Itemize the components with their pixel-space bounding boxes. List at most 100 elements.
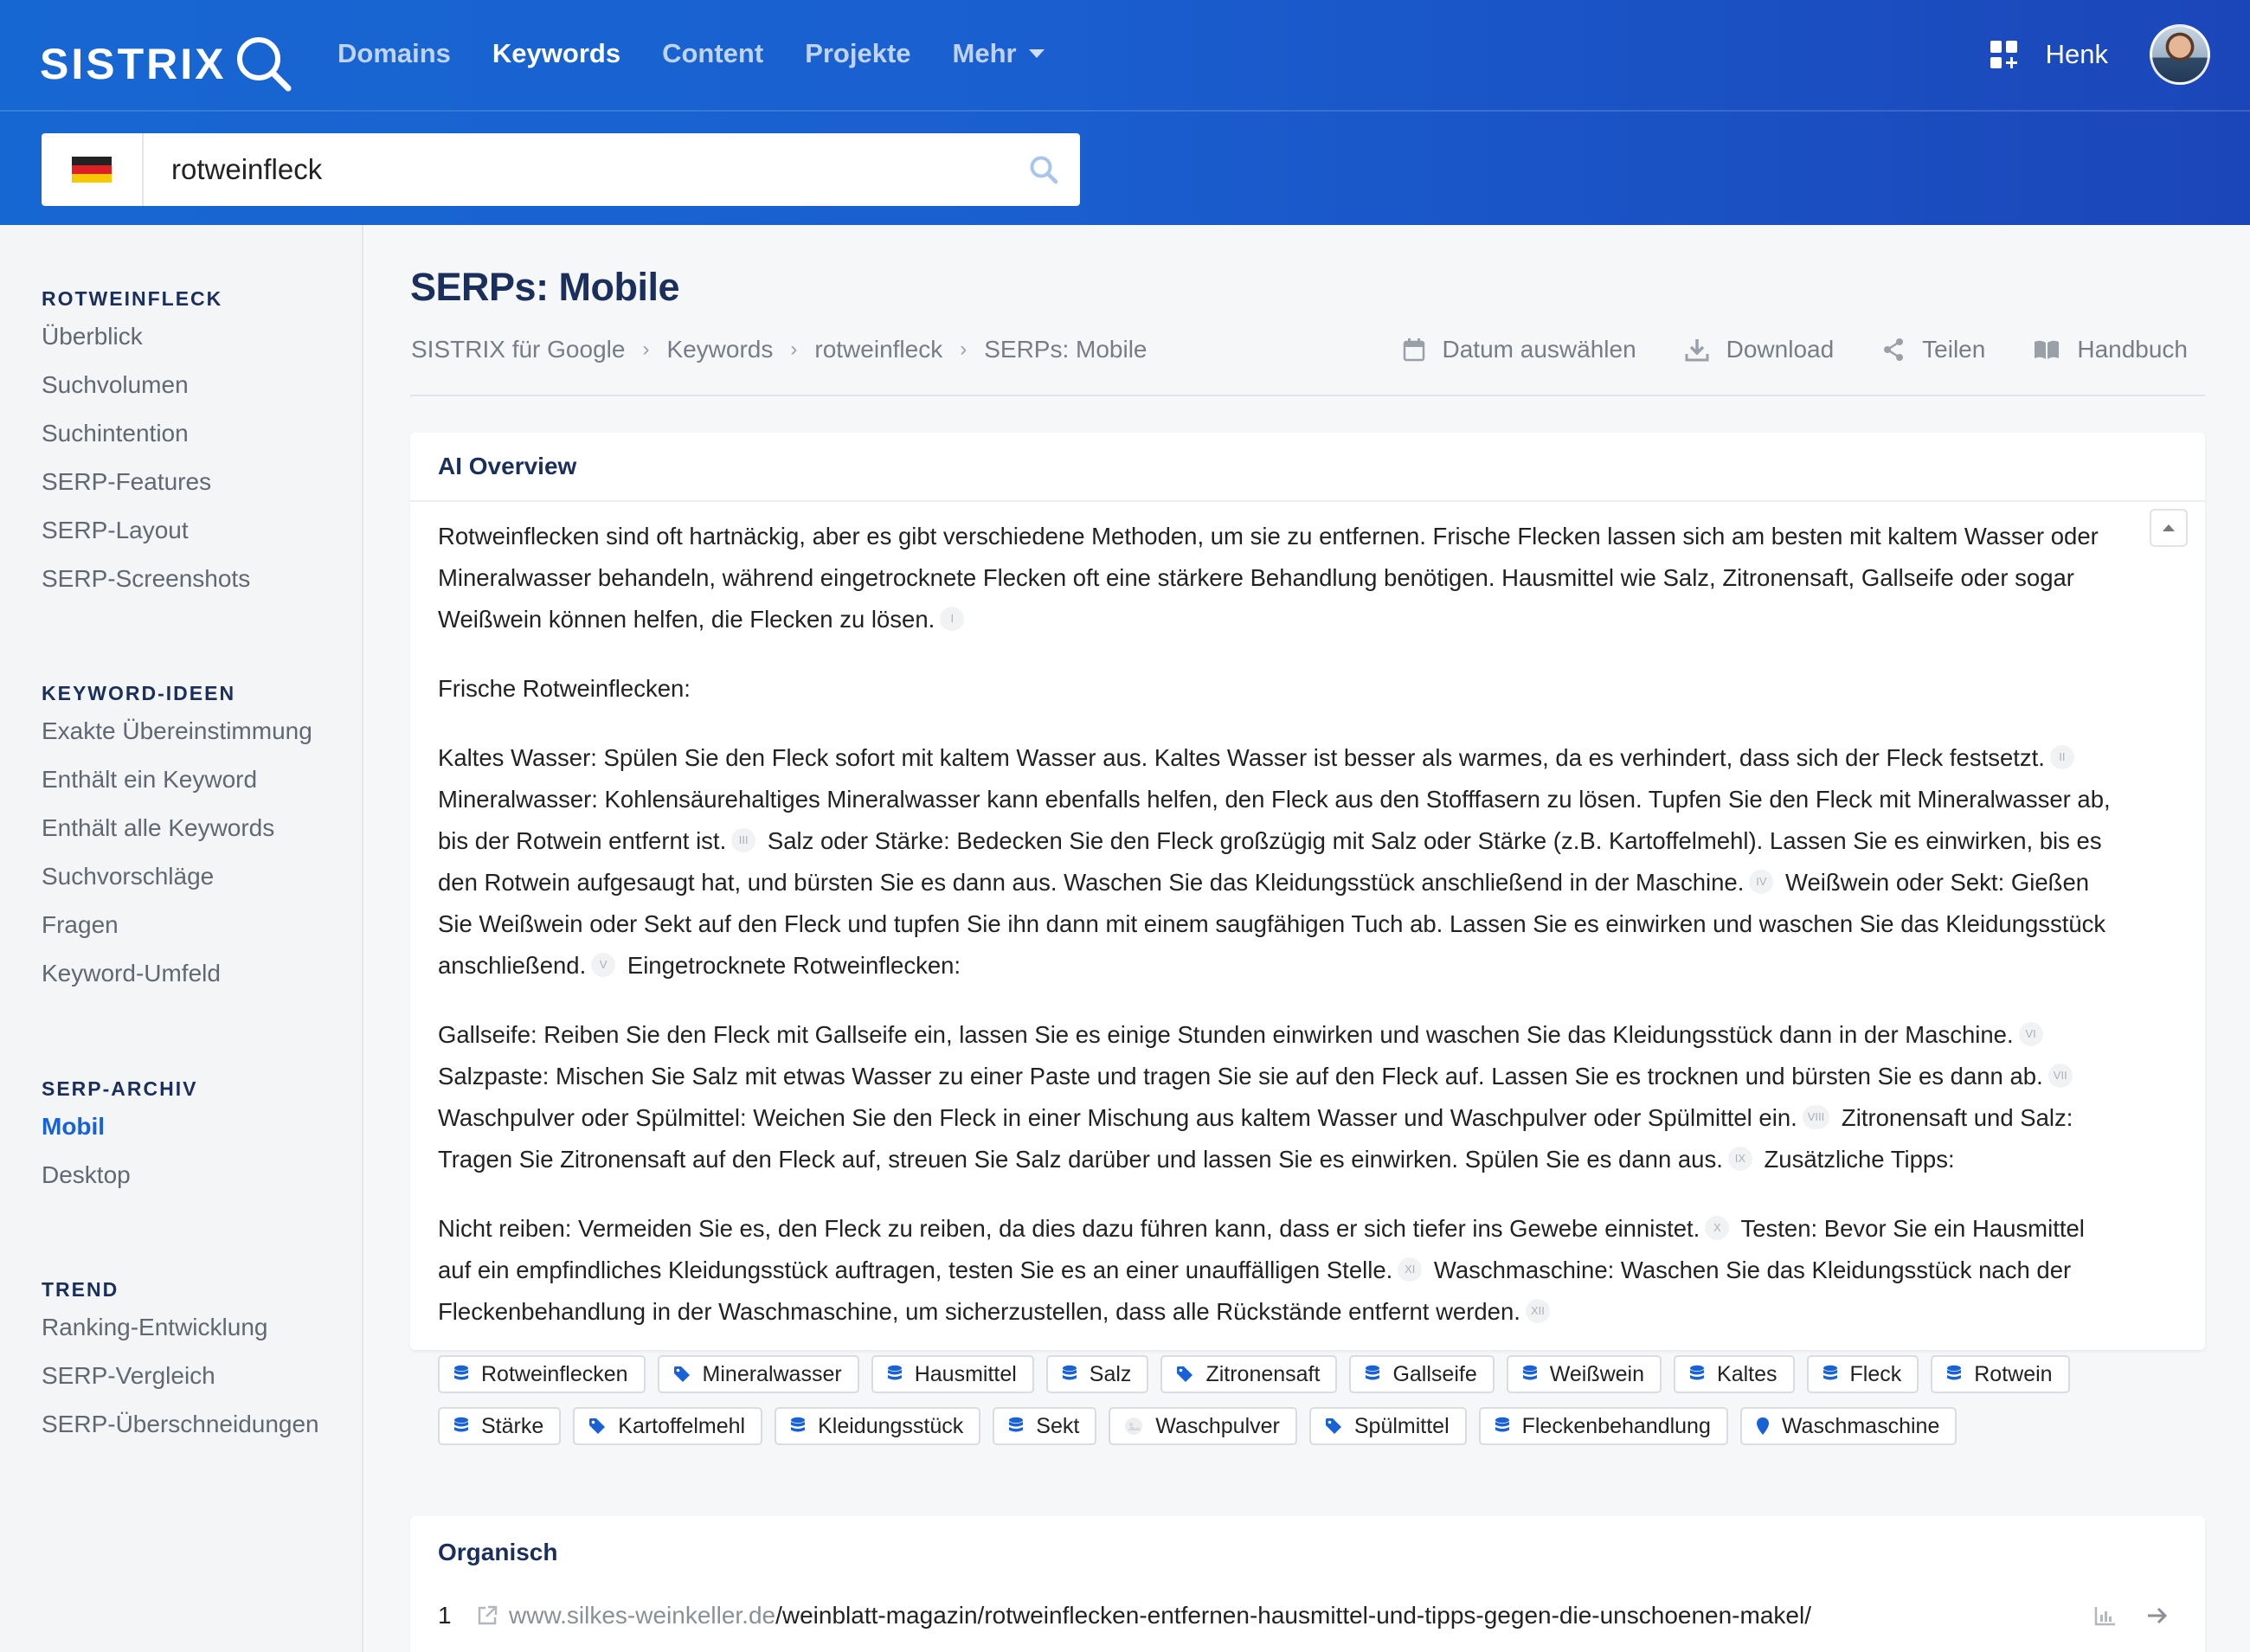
magnifier-logo-icon	[237, 37, 292, 92]
sistrix-logo[interactable]: SISTRIX	[40, 31, 297, 97]
result-path: /weinblatt-magazin/rotweinflecken-entfer…	[775, 1602, 1811, 1629]
user-name[interactable]: Henk	[2046, 39, 2108, 70]
user-menu: Henk	[1990, 24, 2210, 85]
handbook-button[interactable]: Handbuch	[2034, 336, 2188, 363]
nav-keywords[interactable]: Keywords	[492, 38, 620, 69]
entity-tag[interactable]: Stärke	[438, 1407, 562, 1445]
entity-tag[interactable]: Waschmaschine	[1739, 1407, 1958, 1445]
database-icon	[1946, 1365, 1962, 1384]
tag-icon	[1325, 1417, 1342, 1435]
sidebar-item-serp-features[interactable]: SERP-Features	[42, 458, 250, 506]
citation-badge[interactable]: V	[591, 953, 616, 977]
search-input[interactable]	[144, 133, 1007, 206]
breadcrumb: SISTRIX für Google › Keywords › rotweinf…	[411, 336, 1148, 363]
citation-badge[interactable]: IV	[1749, 870, 1774, 894]
sidebar-item-ueberblick[interactable]: Überblick	[42, 312, 250, 361]
nav-projekte[interactable]: Projekte	[805, 38, 910, 69]
sidebar-item-suchvorschlaege[interactable]: Suchvorschläge	[42, 852, 312, 901]
external-link-icon[interactable]	[476, 1604, 498, 1627]
entity-tag[interactable]: Kaltes	[1674, 1355, 1795, 1393]
entity-tag-label: Waschmaschine	[1781, 1413, 1940, 1438]
sidebar-item-suchvolumen[interactable]: Suchvolumen	[42, 361, 250, 409]
citation-badge[interactable]: IX	[1727, 1147, 1752, 1171]
entity-tag[interactable]: Rotweinflecken	[438, 1355, 646, 1393]
entity-tag[interactable]: Fleckenbehandlung	[1478, 1407, 1728, 1445]
result-url[interactable]: www.silkes-weinkeller.de/weinblatt-magaz…	[509, 1602, 1811, 1630]
entity-tag[interactable]: Spülmittel	[1308, 1407, 1467, 1445]
entity-tag[interactable]: Salz	[1045, 1355, 1149, 1393]
arrow-right-icon[interactable]	[2146, 1606, 2169, 1625]
avatar[interactable]	[2150, 24, 2210, 85]
entity-tag-label: Stärke	[481, 1413, 544, 1438]
citation-badge[interactable]: III	[731, 828, 756, 852]
header-separator	[410, 395, 2205, 396]
entity-tag-label: Rotwein	[1974, 1361, 2053, 1386]
row-actions	[2094, 1605, 2169, 1626]
entity-tag-label: Salz	[1089, 1361, 1132, 1386]
collapse-button[interactable]	[2150, 509, 2188, 547]
sidebar-item-mobil[interactable]: Mobil	[42, 1102, 197, 1151]
entity-tag[interactable]: Sekt	[993, 1407, 1097, 1445]
citation-badge[interactable]: II	[2049, 745, 2074, 769]
sidebar-item-enthaelt-ein-keyword[interactable]: Enthält ein Keyword	[42, 755, 312, 804]
breadcrumb-item[interactable]: SISTRIX für Google	[411, 336, 625, 363]
chevron-up-icon	[2163, 524, 2175, 531]
sidebar-item-serp-ueberschneidungen[interactable]: SERP-Überschneidungen	[42, 1400, 319, 1449]
germany-flag-icon	[72, 157, 112, 183]
entity-tag[interactable]: Waschpulver	[1109, 1407, 1297, 1445]
entity-tag[interactable]: Mineralwasser	[657, 1355, 859, 1393]
apps-grid-icon[interactable]	[1990, 41, 2018, 68]
share-button[interactable]: Teilen	[1882, 336, 1985, 363]
sidebar-item-serp-screenshots[interactable]: SERP-Screenshots	[42, 555, 250, 603]
nav-content[interactable]: Content	[662, 38, 763, 69]
logo-text: SISTRIX	[40, 40, 227, 88]
sidebar-item-enthaelt-alle-keywords[interactable]: Enthält alle Keywords	[42, 804, 312, 852]
breadcrumb-item[interactable]: rotweinfleck	[814, 336, 942, 363]
sidebar-item-desktop[interactable]: Desktop	[42, 1151, 197, 1199]
sidebar-section-trend: TREND Ranking-Entwicklung SERP-Vergleich…	[42, 1278, 319, 1466]
database-icon	[790, 1417, 806, 1436]
date-select-button[interactable]: Datum auswählen	[1403, 336, 1636, 363]
citation-badge[interactable]: X	[1705, 1216, 1730, 1240]
entity-tag[interactable]: Zitronensaft	[1160, 1355, 1338, 1393]
sidebar-section-title: ROTWEINFLECK	[42, 287, 223, 310]
citation-badge[interactable]: XI	[1398, 1257, 1423, 1282]
entity-tag[interactable]: Hausmittel	[871, 1355, 1034, 1393]
sidebar-item-exakte-uebereinstimmung[interactable]: Exakte Übereinstimmung	[42, 707, 312, 755]
citation-badge[interactable]: VIII	[1802, 1105, 1830, 1129]
citation-badge[interactable]: I	[940, 607, 965, 631]
entity-tag[interactable]: Kartoffelmehl	[573, 1407, 763, 1445]
entity-tag[interactable]: Fleck	[1806, 1355, 1919, 1393]
citation-badge[interactable]: VII	[2048, 1064, 2073, 1088]
entity-tag[interactable]: Gallseife	[1349, 1355, 1495, 1393]
nav-mehr[interactable]: Mehr	[953, 38, 1045, 69]
breadcrumb-item-current: SERPs: Mobile	[984, 336, 1148, 363]
sidebar-item-fragen[interactable]: Fragen	[42, 901, 312, 949]
database-icon	[1689, 1365, 1705, 1384]
search-icon[interactable]	[1007, 133, 1080, 206]
tag-icon	[1176, 1366, 1193, 1383]
download-button[interactable]: Download	[1685, 336, 1834, 363]
nav-domains[interactable]: Domains	[338, 38, 451, 69]
database-icon	[1495, 1417, 1510, 1436]
table-row[interactable]: 1 www.silkes-weinkeller.de/weinblatt-mag…	[410, 1589, 2205, 1642]
sidebar-item-keyword-umfeld[interactable]: Keyword-Umfeld	[42, 949, 312, 998]
sidebar-item-suchintention[interactable]: Suchintention	[42, 409, 250, 458]
entity-tag[interactable]: Kleidungsstück	[775, 1407, 981, 1445]
sidebar-item-serp-layout[interactable]: SERP-Layout	[42, 506, 250, 555]
entity-tag-label: Kartoffelmehl	[618, 1413, 746, 1438]
sidebar-item-serp-vergleich[interactable]: SERP-Vergleich	[42, 1352, 319, 1400]
ai-paragraph: Gallseife: Reiben Sie den Fleck mit Gall…	[438, 1021, 2073, 1173]
entity-tag[interactable]: Rotwein	[1931, 1355, 2070, 1393]
entity-tag[interactable]: Weißwein	[1506, 1355, 1662, 1393]
citation-badge[interactable]: VI	[2018, 1022, 2043, 1046]
chevron-right-icon: ›	[790, 337, 798, 361]
citation-badge[interactable]: XII	[1525, 1299, 1550, 1323]
sidebar-section-rotweinfleck: ROTWEINFLECK Überblick Suchvolumen Suchi…	[42, 287, 250, 620]
country-selector[interactable]	[42, 133, 144, 206]
sidebar-item-ranking-entwicklung[interactable]: Ranking-Entwicklung	[42, 1303, 319, 1352]
chevron-down-icon	[1028, 49, 1045, 58]
breadcrumb-item[interactable]: Keywords	[666, 336, 773, 363]
header-divider	[0, 110, 2250, 112]
bar-chart-icon[interactable]	[2094, 1605, 2117, 1626]
